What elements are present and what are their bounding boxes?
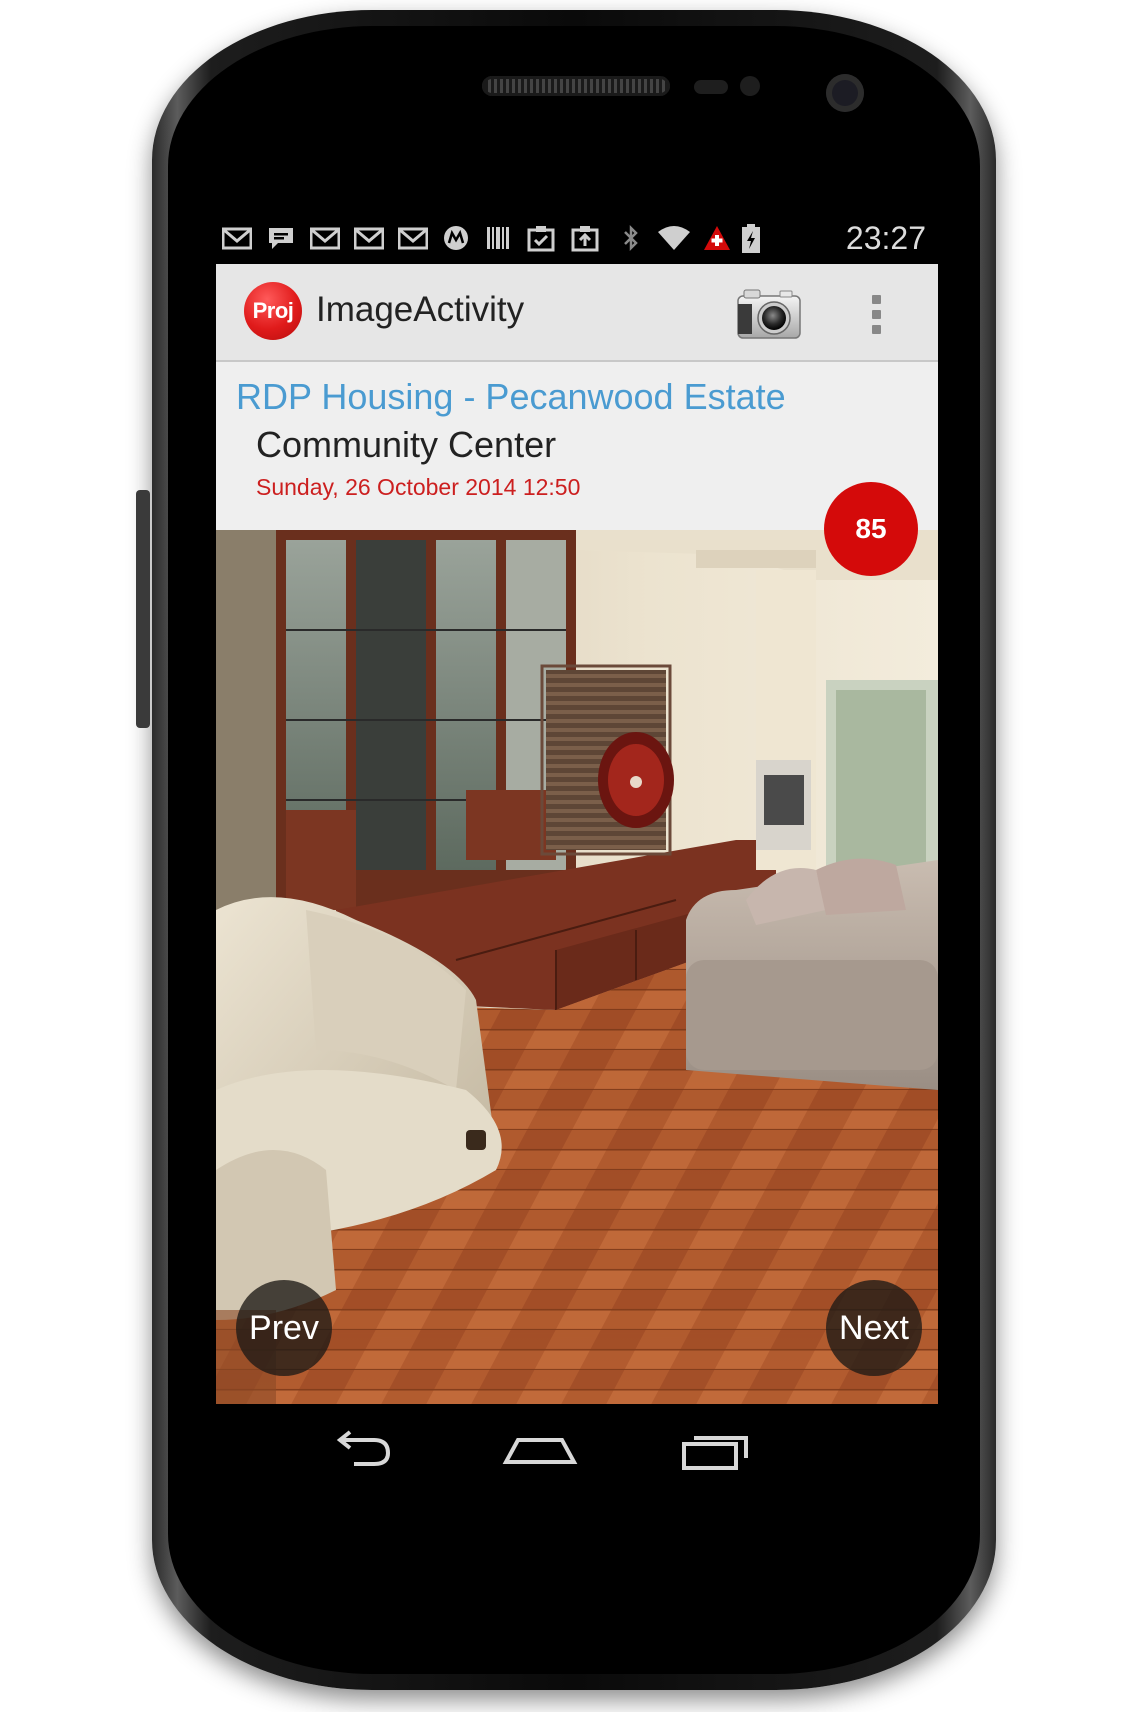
site-name: Community Center [256, 424, 557, 465]
screen: 23:27 Proj ImageActivity RDP Housing - P… [216, 212, 938, 1498]
battery-charging-icon [740, 224, 762, 253]
gmail-icon [222, 224, 252, 252]
image-count-badge: 85 [824, 482, 918, 576]
front-camera [826, 74, 864, 112]
system-nav-bar [216, 1404, 938, 1498]
app-logo-icon[interactable]: Proj [244, 282, 302, 340]
action-bar: Proj ImageActivity [216, 264, 938, 362]
alert-icon [702, 224, 732, 252]
wifi-icon [656, 224, 692, 252]
clipboard-upload-icon [570, 224, 600, 252]
camera-icon[interactable] [736, 286, 802, 340]
gmail-icon [310, 224, 340, 252]
next-button[interactable]: Next [826, 1280, 922, 1376]
status-bar: 23:27 [216, 212, 938, 264]
motorola-icon [442, 224, 470, 252]
overflow-menu-icon[interactable] [866, 292, 886, 336]
gmail-icon [398, 224, 428, 252]
project-name: RDP Housing - Pecanwood Estate [236, 376, 786, 417]
light-sensor [740, 76, 760, 96]
chat-icon [266, 224, 296, 252]
status-clock: 23:27 [845, 220, 926, 256]
barcode-icon [484, 224, 512, 252]
gmail-icon [354, 224, 384, 252]
photo-date: Sunday, 26 October 2014 12:50 [256, 474, 581, 500]
bluetooth-icon [620, 224, 642, 252]
earpiece-speaker [482, 76, 670, 96]
prev-button[interactable]: Prev [236, 1280, 332, 1376]
proximity-sensor [694, 80, 728, 94]
recents-icon[interactable] [676, 1426, 756, 1476]
clipboard-check-icon [526, 224, 556, 252]
app-title: ImageActivity [316, 290, 525, 329]
back-icon[interactable] [324, 1426, 404, 1476]
home-icon[interactable] [500, 1426, 580, 1476]
living-room-photo[interactable] [216, 530, 938, 1404]
volume-button [136, 490, 150, 728]
